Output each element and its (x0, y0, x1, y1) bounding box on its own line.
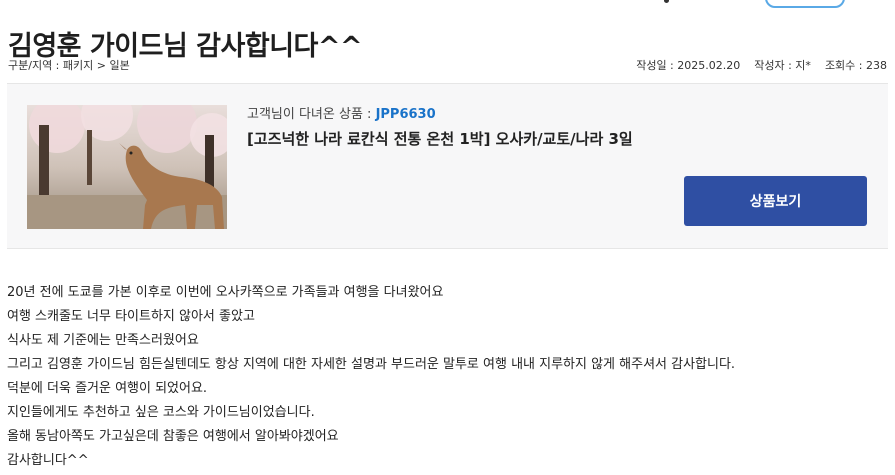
view-product-button[interactable]: 상품보기 (684, 176, 867, 226)
post-info: 작성일 : 2025.02.20 작성자 : 지* 조회수 : 238 (636, 57, 887, 73)
review-content: 20년 전에 도쿄를 가본 이후로 이번에 오사카쪽으로 가족들과 여행을 다녀… (7, 281, 887, 473)
review-line: 지인들에게도 추천하고 싶은 코스와 가이드님이었습니다. (7, 405, 315, 420)
top-edge-partial (650, 0, 895, 8)
product-thumbnail[interactable] (27, 105, 227, 229)
category-path: 구분/지역 : 패키지 > 일본 (8, 59, 130, 72)
partial-dot (664, 0, 669, 3)
product-code[interactable]: JPP6630 (376, 107, 436, 122)
product-card: 고객님이 다녀온 상품 : JPP6630 [고즈넉한 나라 료칸식 전통 온천… (7, 83, 888, 249)
review-line: 덕분에 더욱 즐거운 여행이 되었어요. (7, 381, 208, 396)
deer-under-cherry-blossoms-image (27, 105, 227, 229)
post-meta: 구분/지역 : 패키지 > 일본 작성일 : 2025.02.20 작성자 : … (8, 57, 887, 75)
review-line: 올해 동남아쪽도 가고싶은데 참좋은 여행에서 알아봐야겠어요 (7, 429, 339, 444)
review-line: 감사합니다^^ (7, 453, 89, 468)
review-line: 식사도 제 기준에는 만족스러웠어요 (7, 333, 199, 348)
post-views: 조회수 : 238 (824, 59, 887, 72)
product-code-label: 고객님이 다녀온 상품 : (247, 107, 376, 122)
product-code-line: 고객님이 다녀온 상품 : JPP6630 (247, 103, 436, 122)
post-date: 작성일 : 2025.02.20 (636, 59, 741, 72)
review-line: 그리고 김영훈 가이드님 힘든실텐데도 항상 지역에 대한 자세한 설명과 부드… (7, 357, 736, 372)
review-line: 20년 전에 도쿄를 가본 이후로 이번에 오사카쪽으로 가족들과 여행을 다녀… (7, 285, 444, 300)
partial-button[interactable] (765, 0, 845, 8)
review-line: 여행 스캐줄도 너무 타이트하지 않아서 좋았고 (7, 309, 255, 324)
product-name[interactable]: [고즈넉한 나라 료칸식 전통 온천 1박] 오사카/교토/나라 3일 (247, 128, 633, 149)
post-author: 작성자 : 지* (754, 59, 811, 72)
